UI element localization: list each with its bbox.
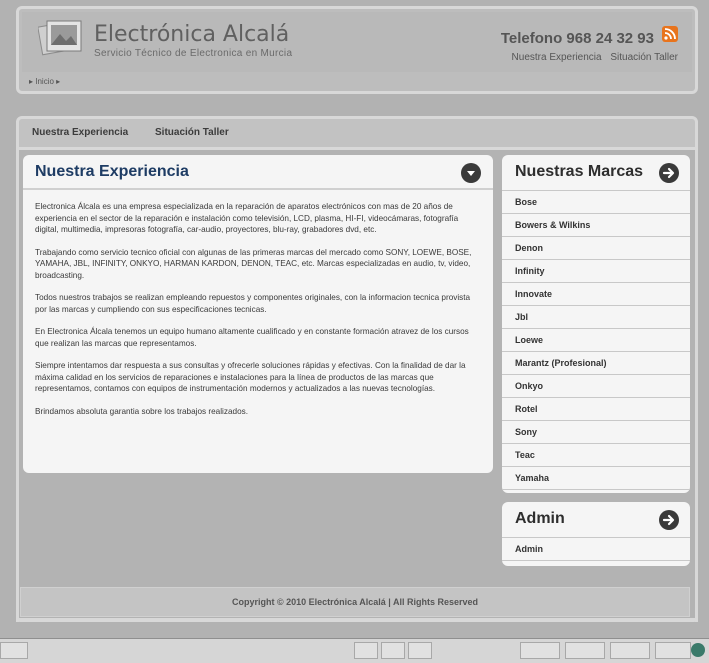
brands-panel: Nuestras Marcas Bose Bowers & Wilkins De… (502, 155, 690, 493)
body-paragraph: Siempre intentamos dar respuesta a sus c… (35, 361, 466, 393)
taskbar-slot[interactable] (565, 642, 605, 659)
brand-item-jbl[interactable]: Jbl (502, 306, 690, 329)
brand-item-rotel[interactable]: Rotel (502, 398, 690, 421)
brand-item-infinity[interactable]: Infinity (502, 260, 690, 283)
admin-list: Admin (502, 537, 690, 561)
nav-bar: Nuestra Experiencia Situación Taller (16, 116, 698, 150)
brand-item-loewe[interactable]: Loewe (502, 329, 690, 352)
taskbar-slot[interactable] (610, 642, 650, 659)
taskbar-slot[interactable] (0, 642, 28, 659)
main-panel-body: Electronica Álcala es una empresa especi… (35, 201, 481, 428)
header-links: Nuestra Experiencia Situación Taller (506, 52, 678, 63)
brand-item-bose[interactable]: Bose (502, 191, 690, 214)
site-subtitle: Servicio Técnico de Electronica en Murci… (94, 48, 293, 59)
taskbar-slot[interactable] (381, 642, 405, 659)
body-paragraph: Todos nuestros trabajos se realizan empl… (35, 293, 471, 314)
arrow-right-icon[interactable] (659, 510, 679, 530)
brand-item-denon[interactable]: Denon (502, 237, 690, 260)
site-footer: Copyright © 2010 Electrónica Alcalá | Al… (20, 587, 690, 617)
taskbar-slot[interactable] (520, 642, 560, 659)
taskbar-slot[interactable] (354, 642, 378, 659)
nav-item-experiencia[interactable]: Nuestra Experiencia (32, 127, 128, 138)
photo-logo-icon[interactable] (37, 18, 84, 58)
breadcrumb[interactable]: ▸ Inicio ▸ (29, 77, 60, 86)
site-header: Electrónica Alcalá Servicio Técnico de E… (16, 6, 698, 94)
admin-panel: Admin Admin (502, 502, 690, 566)
body-paragraph: Electronica Álcala es una empresa especi… (35, 202, 459, 234)
taskbar-slot[interactable] (655, 642, 691, 659)
nav-item-taller[interactable]: Situación Taller (155, 127, 229, 138)
brand-item-teac[interactable]: Teac (502, 444, 690, 467)
admin-link[interactable]: Admin (502, 538, 690, 561)
os-taskbar (0, 638, 709, 663)
taskbar-slot[interactable] (408, 642, 432, 659)
header-link-taller[interactable]: Situación Taller (610, 52, 678, 63)
brand-item-yamaha[interactable]: Yamaha (502, 467, 690, 490)
brand-item-bowers-wilkins[interactable]: Bowers & Wilkins (502, 214, 690, 237)
globe-icon[interactable] (691, 643, 705, 657)
admin-panel-title: Admin (515, 510, 565, 527)
brand-item-innovate[interactable]: Innovate (502, 283, 690, 306)
header-link-experiencia[interactable]: Nuestra Experiencia (512, 52, 602, 63)
collapse-chevron-icon[interactable] (461, 163, 481, 183)
header-inner: Electrónica Alcalá Servicio Técnico de E… (22, 12, 692, 72)
body-paragraph: Trabajando como servicio tecnico oficial… (35, 247, 472, 280)
title-divider (23, 188, 493, 190)
main-panel: Nuestra Experiencia Electronica Álcala e… (23, 155, 493, 473)
brand-item-onkyo[interactable]: Onkyo (502, 375, 690, 398)
phone-number: Telefono 968 24 32 93 (500, 30, 654, 47)
site-title[interactable]: Electrónica Alcalá (94, 22, 289, 47)
body-paragraph: Brindamos absoluta garantia sobre los tr… (35, 406, 248, 416)
footer-rule (16, 618, 698, 622)
brand-item-marantz[interactable]: Marantz (Profesional) (502, 352, 690, 375)
arrow-right-icon[interactable] (659, 163, 679, 183)
brands-list: Bose Bowers & Wilkins Denon Infinity Inn… (502, 190, 690, 490)
main-panel-title: Nuestra Experiencia (35, 163, 189, 180)
brand-item-sony[interactable]: Sony (502, 421, 690, 444)
body-paragraph: En Electronica Álcala tenemos un equipo … (35, 327, 469, 348)
rss-icon[interactable] (662, 26, 678, 42)
brands-panel-title: Nuestras Marcas (515, 163, 644, 180)
